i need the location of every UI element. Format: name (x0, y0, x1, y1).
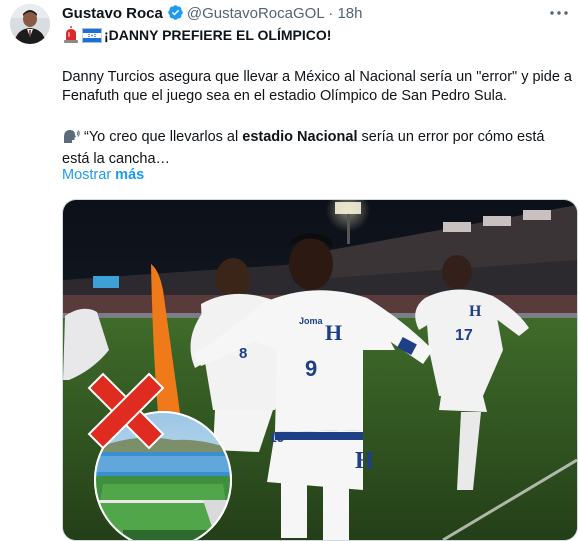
tweet-body: Danny Turcios asegura que llevar a Méxic… (62, 69, 572, 104)
crest-letter-center: H (325, 320, 342, 345)
tweet-header: Gustavo Roca @GustavoRocaGOL · 18h (62, 4, 362, 24)
tweet-media-image[interactable]: 8 H 17 H Joma H 9 H 19 (62, 199, 578, 541)
timestamp[interactable]: 18h (337, 5, 362, 22)
avatar-image (10, 4, 50, 44)
shorts-number: 19 (269, 429, 285, 445)
jersey-brand: Joma (299, 316, 324, 326)
quote-text-bold: estadio Nacional (242, 129, 358, 145)
avatar[interactable] (10, 4, 50, 44)
show-more-bold: más (115, 167, 145, 183)
author-handle[interactable]: @GustavoRocaGOL (187, 5, 324, 22)
jersey-number-9: 9 (305, 356, 317, 381)
shorts-letter: H (355, 448, 374, 474)
separator-dot: · (328, 5, 334, 22)
author-name[interactable]: Gustavo Roca (62, 5, 163, 22)
speaking-head-emoji-icon (62, 128, 80, 150)
quote-text-start: “Yo creo que llevarlos al (84, 129, 243, 145)
jersey-number-17: 17 (455, 327, 473, 344)
tweet-headline: ¡DANNY PREFIERE EL OLÍMPICO! (104, 27, 332, 43)
siren-emoji-icon (62, 26, 80, 47)
show-more-text: Mostrar (62, 167, 116, 183)
tweet-headline-line: ¡DANNY PREFIERE EL OLÍMPICO! (62, 26, 331, 47)
honduras-flag-icon (82, 28, 102, 47)
more-options-icon[interactable] (547, 2, 571, 24)
verified-badge-icon (167, 4, 184, 27)
tweet-quote: “Yo creo que llevarlos al estadio Nacion… (62, 128, 574, 169)
crest-letter-right: H (469, 303, 482, 320)
show-more-link[interactable]: Mostrar más (62, 166, 144, 185)
